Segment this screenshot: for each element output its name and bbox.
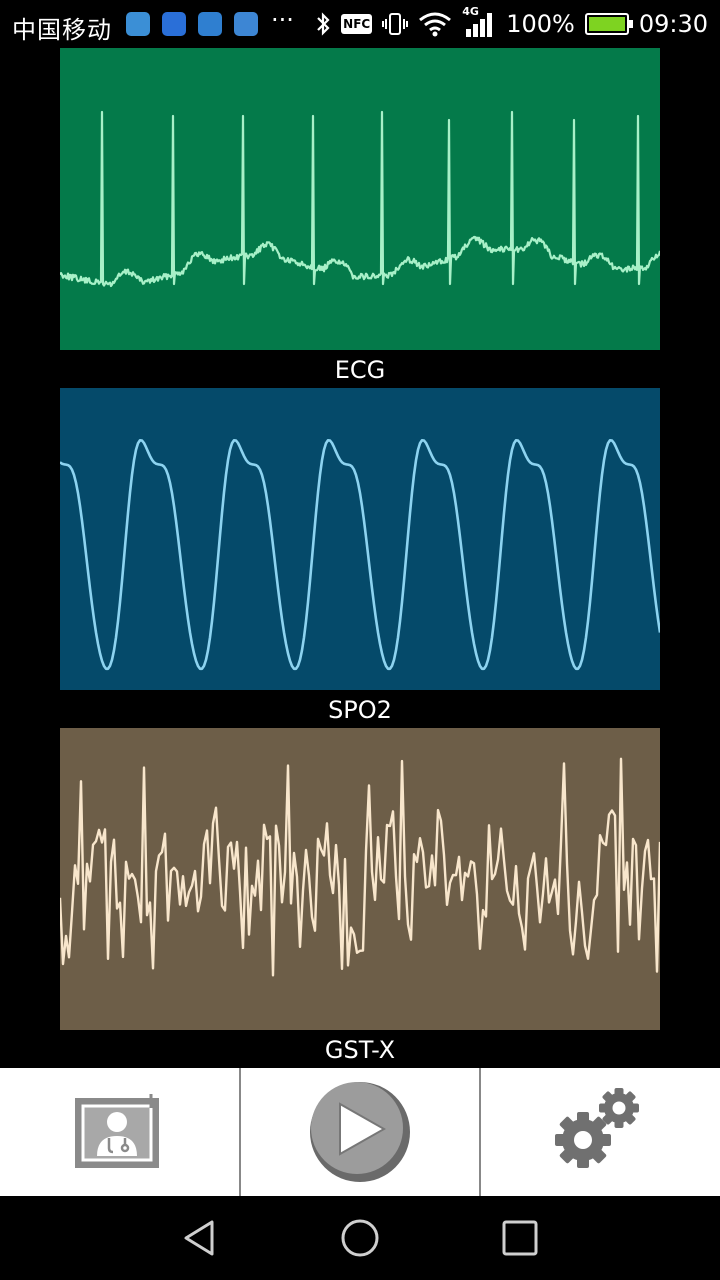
add-patient-button[interactable] — [0, 1068, 239, 1196]
back-icon[interactable] — [178, 1216, 222, 1260]
settings-button[interactable] — [479, 1068, 720, 1196]
battery-icon — [584, 13, 633, 35]
status-bar: 中国移动 ··· NFC 4G 100% 09:30 — [0, 0, 720, 48]
gears-icon — [554, 1088, 639, 1168]
ecg-waveform-chart — [60, 110, 660, 288]
spo2-label: SPO2 — [328, 696, 392, 724]
battery-percentage: 100% — [506, 10, 575, 38]
navigation-bar — [0, 1196, 720, 1280]
app-notification-icon — [198, 12, 222, 36]
spo2-trace — [60, 438, 660, 671]
bluetooth-icon — [317, 12, 330, 36]
ecg-trace — [60, 110, 660, 288]
gst-x-trace — [60, 757, 660, 977]
nfc-icon: NFC — [341, 14, 373, 34]
recents-icon[interactable] — [498, 1216, 542, 1260]
heart-monitor-app-icon — [234, 12, 258, 36]
play-icon — [310, 1082, 410, 1182]
home-icon[interactable] — [338, 1216, 382, 1260]
wifi-icon — [419, 12, 452, 37]
gst-x-waveform-panel — [60, 728, 660, 1030]
carrier-name: 中国移动 — [12, 16, 112, 44]
add-doctor-icon — [75, 1094, 160, 1168]
gst-x-waveform-chart — [60, 757, 660, 977]
ecg-waveform-panel — [60, 48, 660, 350]
bottom-toolbar — [0, 1068, 720, 1196]
spo2-waveform-panel — [60, 388, 660, 690]
vibrate-icon — [382, 13, 409, 35]
clock: 09:30 — [638, 10, 708, 38]
app-notification-icon — [126, 12, 150, 36]
play-button[interactable] — [238, 1068, 480, 1196]
shield-icon — [162, 12, 186, 36]
cellular-signal-icon: 4G — [462, 5, 496, 39]
spo2-waveform-chart — [60, 438, 660, 671]
gst-x-label: GST-X — [324, 1036, 396, 1064]
more-notifications-icon: ··· — [271, 6, 294, 34]
ecg-label: ECG — [334, 356, 386, 384]
notification-icons — [126, 12, 258, 36]
